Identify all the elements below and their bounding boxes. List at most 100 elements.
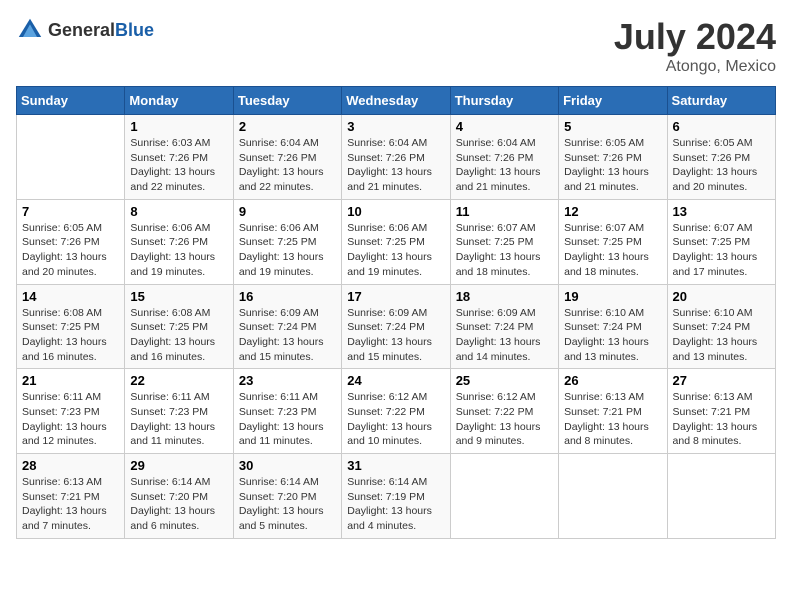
calendar-cell: 6 Sunrise: 6:05 AM Sunset: 7:26 PM Daylig… — [667, 115, 775, 200]
calendar-cell: 26Sunrise: 6:13 AM Sunset: 7:21 PM Dayli… — [559, 369, 667, 454]
day-number: 27 — [673, 373, 770, 388]
calendar-title: July 2024 — [614, 16, 776, 58]
day-info: Sunrise: 6:11 AM Sunset: 7:23 PM Dayligh… — [22, 390, 119, 449]
calendar-header: SundayMondayTuesdayWednesdayThursdayFrid… — [17, 87, 776, 115]
day-info: Sunrise: 6:04 AM Sunset: 7:26 PM Dayligh… — [239, 136, 336, 195]
weekday-row: SundayMondayTuesdayWednesdayThursdayFrid… — [17, 87, 776, 115]
day-info: Sunrise: 6:09 AM Sunset: 7:24 PM Dayligh… — [347, 306, 444, 365]
calendar-cell: 12Sunrise: 6:07 AM Sunset: 7:25 PM Dayli… — [559, 199, 667, 284]
weekday-header-sunday: Sunday — [17, 87, 125, 115]
day-info: Sunrise: 6:10 AM Sunset: 7:24 PM Dayligh… — [564, 306, 661, 365]
calendar-week-5: 28 Sunrise: 6:13 AM Sunset: 7:21 PM Dayli… — [17, 454, 776, 539]
calendar-cell: 13Sunrise: 6:07 AM Sunset: 7:25 PM Dayli… — [667, 199, 775, 284]
day-number: 4 — [456, 119, 553, 134]
weekday-header-tuesday: Tuesday — [233, 87, 341, 115]
day-number: 14 — [22, 289, 119, 304]
calendar-cell: 17 Sunrise: 6:09 AM Sunset: 7:24 PM Dayli… — [342, 284, 450, 369]
day-info: Sunrise: 6:06 AM Sunset: 7:25 PM Dayligh… — [239, 221, 336, 280]
calendar-cell: 5Sunrise: 6:05 AM Sunset: 7:26 PM Daylig… — [559, 115, 667, 200]
day-info: Sunrise: 6:11 AM Sunset: 7:23 PM Dayligh… — [130, 390, 227, 449]
day-info: Sunrise: 6:14 AM Sunset: 7:20 PM Dayligh… — [130, 475, 227, 534]
calendar-cell: 25 Sunrise: 6:12 AM Sunset: 7:22 PM Dayli… — [450, 369, 558, 454]
calendar-cell: 24 Sunrise: 6:12 AM Sunset: 7:22 PM Dayli… — [342, 369, 450, 454]
weekday-header-thursday: Thursday — [450, 87, 558, 115]
day-info: Sunrise: 6:04 AM Sunset: 7:26 PM Dayligh… — [347, 136, 444, 195]
day-number: 22 — [130, 373, 227, 388]
day-number: 6 — [673, 119, 770, 134]
calendar-cell: 16Sunrise: 6:09 AM Sunset: 7:24 PM Dayli… — [233, 284, 341, 369]
day-info: Sunrise: 6:12 AM Sunset: 7:22 PM Dayligh… — [456, 390, 553, 449]
calendar-cell — [17, 115, 125, 200]
logo-text-blue: Blue — [115, 20, 154, 40]
day-number: 19 — [564, 289, 661, 304]
day-number: 28 — [22, 458, 119, 473]
calendar-cell: 9 Sunrise: 6:06 AM Sunset: 7:25 PM Daylig… — [233, 199, 341, 284]
calendar-body: 1 Sunrise: 6:03 AM Sunset: 7:26 PM Daylig… — [17, 115, 776, 539]
day-info: Sunrise: 6:12 AM Sunset: 7:22 PM Dayligh… — [347, 390, 444, 449]
calendar-week-2: 7Sunrise: 6:05 AM Sunset: 7:26 PM Daylig… — [17, 199, 776, 284]
day-number: 30 — [239, 458, 336, 473]
day-info: Sunrise: 6:14 AM Sunset: 7:20 PM Dayligh… — [239, 475, 336, 534]
day-info: Sunrise: 6:13 AM Sunset: 7:21 PM Dayligh… — [673, 390, 770, 449]
day-info: Sunrise: 6:11 AM Sunset: 7:23 PM Dayligh… — [239, 390, 336, 449]
day-number: 7 — [22, 204, 119, 219]
day-number: 2 — [239, 119, 336, 134]
day-number: 24 — [347, 373, 444, 388]
weekday-header-friday: Friday — [559, 87, 667, 115]
day-number: 21 — [22, 373, 119, 388]
day-number: 25 — [456, 373, 553, 388]
calendar-cell: 30 Sunrise: 6:14 AM Sunset: 7:20 PM Dayli… — [233, 454, 341, 539]
day-info: Sunrise: 6:09 AM Sunset: 7:24 PM Dayligh… — [456, 306, 553, 365]
calendar-cell: 10Sunrise: 6:06 AM Sunset: 7:25 PM Dayli… — [342, 199, 450, 284]
day-number: 3 — [347, 119, 444, 134]
calendar-week-1: 1 Sunrise: 6:03 AM Sunset: 7:26 PM Daylig… — [17, 115, 776, 200]
day-number: 15 — [130, 289, 227, 304]
day-info: Sunrise: 6:03 AM Sunset: 7:26 PM Dayligh… — [130, 136, 227, 195]
day-number: 1 — [130, 119, 227, 134]
calendar-cell: 20Sunrise: 6:10 AM Sunset: 7:24 PM Dayli… — [667, 284, 775, 369]
day-info: Sunrise: 6:13 AM Sunset: 7:21 PM Dayligh… — [22, 475, 119, 534]
calendar-cell: 15 Sunrise: 6:08 AM Sunset: 7:25 PM Dayli… — [125, 284, 233, 369]
day-number: 16 — [239, 289, 336, 304]
calendar-cell: 18 Sunrise: 6:09 AM Sunset: 7:24 PM Dayli… — [450, 284, 558, 369]
calendar-cell: 19 Sunrise: 6:10 AM Sunset: 7:24 PM Dayli… — [559, 284, 667, 369]
logo-wordmark: GeneralBlue — [48, 20, 154, 41]
calendar-cell: 21 Sunrise: 6:11 AM Sunset: 7:23 PM Dayli… — [17, 369, 125, 454]
calendar-cell — [450, 454, 558, 539]
day-info: Sunrise: 6:06 AM Sunset: 7:26 PM Dayligh… — [130, 221, 227, 280]
calendar-cell: 29Sunrise: 6:14 AM Sunset: 7:20 PM Dayli… — [125, 454, 233, 539]
day-info: Sunrise: 6:08 AM Sunset: 7:25 PM Dayligh… — [130, 306, 227, 365]
day-number: 9 — [239, 204, 336, 219]
calendar-week-4: 21 Sunrise: 6:11 AM Sunset: 7:23 PM Dayli… — [17, 369, 776, 454]
calendar-cell — [667, 454, 775, 539]
day-number: 11 — [456, 204, 553, 219]
day-info: Sunrise: 6:10 AM Sunset: 7:24 PM Dayligh… — [673, 306, 770, 365]
day-info: Sunrise: 6:07 AM Sunset: 7:25 PM Dayligh… — [673, 221, 770, 280]
logo-text-general: General — [48, 20, 115, 40]
day-info: Sunrise: 6:05 AM Sunset: 7:26 PM Dayligh… — [673, 136, 770, 195]
day-info: Sunrise: 6:14 AM Sunset: 7:19 PM Dayligh… — [347, 475, 444, 534]
day-number: 8 — [130, 204, 227, 219]
day-number: 17 — [347, 289, 444, 304]
calendar-cell: 31Sunrise: 6:14 AM Sunset: 7:19 PM Dayli… — [342, 454, 450, 539]
day-number: 18 — [456, 289, 553, 304]
calendar-cell: 22 Sunrise: 6:11 AM Sunset: 7:23 PM Dayli… — [125, 369, 233, 454]
calendar-cell: 27 Sunrise: 6:13 AM Sunset: 7:21 PM Dayli… — [667, 369, 775, 454]
calendar-cell: 2 Sunrise: 6:04 AM Sunset: 7:26 PM Daylig… — [233, 115, 341, 200]
calendar-week-3: 14 Sunrise: 6:08 AM Sunset: 7:25 PM Dayli… — [17, 284, 776, 369]
calendar-cell: 1 Sunrise: 6:03 AM Sunset: 7:26 PM Daylig… — [125, 115, 233, 200]
day-number: 23 — [239, 373, 336, 388]
title-block: July 2024 Atongo, Mexico — [614, 16, 776, 76]
calendar-cell: 3 Sunrise: 6:04 AM Sunset: 7:26 PM Daylig… — [342, 115, 450, 200]
weekday-header-monday: Monday — [125, 87, 233, 115]
calendar-table: SundayMondayTuesdayWednesdayThursdayFrid… — [16, 86, 776, 539]
calendar-location: Atongo, Mexico — [614, 58, 776, 76]
day-info: Sunrise: 6:08 AM Sunset: 7:25 PM Dayligh… — [22, 306, 119, 365]
logo: GeneralBlue — [16, 16, 154, 44]
calendar-cell — [559, 454, 667, 539]
calendar-cell: 28 Sunrise: 6:13 AM Sunset: 7:21 PM Dayli… — [17, 454, 125, 539]
calendar-cell: 8 Sunrise: 6:06 AM Sunset: 7:26 PM Daylig… — [125, 199, 233, 284]
day-info: Sunrise: 6:05 AM Sunset: 7:26 PM Dayligh… — [564, 136, 661, 195]
day-info: Sunrise: 6:07 AM Sunset: 7:25 PM Dayligh… — [564, 221, 661, 280]
day-number: 26 — [564, 373, 661, 388]
